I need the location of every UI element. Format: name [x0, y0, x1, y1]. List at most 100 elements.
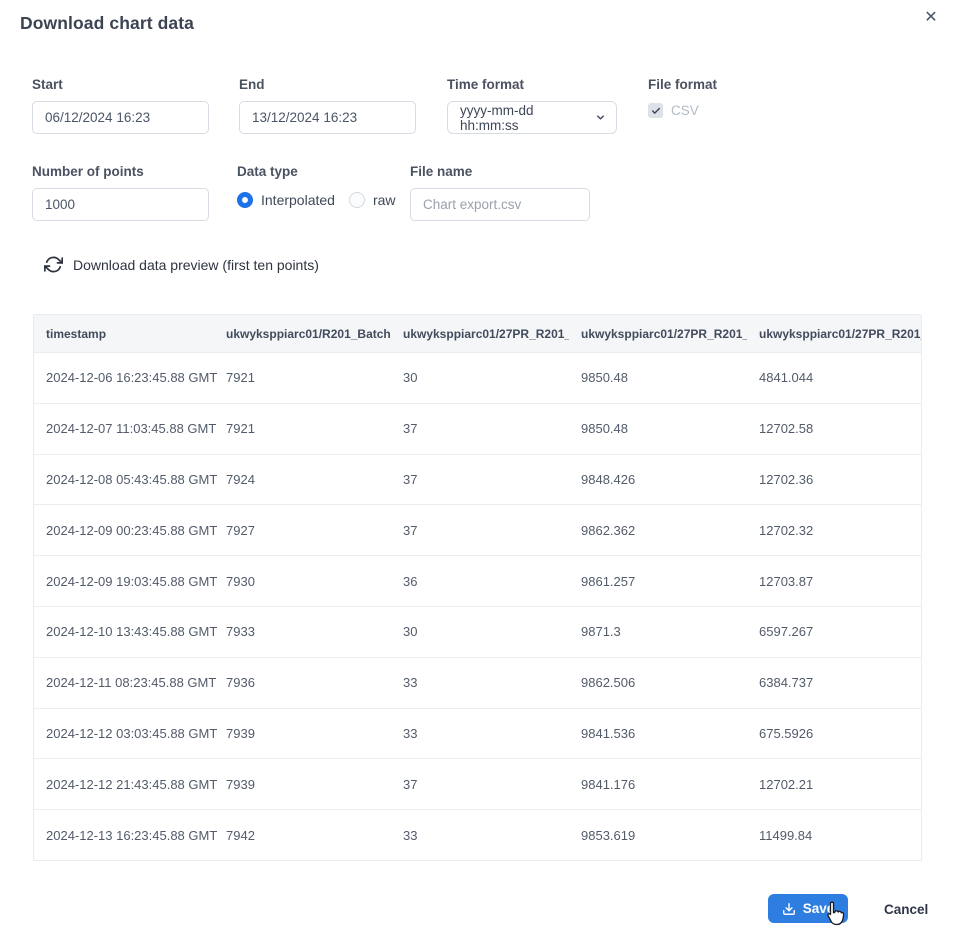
- radio-selected-icon: [237, 192, 253, 208]
- table-cell: 4841.044: [747, 370, 921, 385]
- radio-raw-label: raw: [373, 192, 396, 208]
- table-body: 2024-12-06 16:23:45.88 GMT7921309850.484…: [34, 352, 921, 860]
- table-cell: 37: [391, 523, 569, 538]
- table-cell: 9850.48: [569, 421, 747, 436]
- table-row: 2024-12-12 03:03:45.88 GMT7939339841.536…: [34, 708, 921, 759]
- table-row: 2024-12-11 08:23:45.88 GMT7936339862.506…: [34, 657, 921, 708]
- table-row: 2024-12-09 00:23:45.88 GMT7927379862.362…: [34, 504, 921, 555]
- table-cell: 9848.426: [569, 472, 747, 487]
- number-of-points-label: Number of points: [32, 164, 209, 179]
- table-row: 2024-12-08 05:43:45.88 GMT7924379848.426…: [34, 454, 921, 505]
- radio-unselected-icon: [349, 192, 365, 208]
- table-header-cell: timestamp: [34, 327, 214, 341]
- file-name-label: File name: [410, 164, 590, 179]
- table-cell: 7939: [214, 777, 391, 792]
- table-cell: 37: [391, 421, 569, 436]
- table-cell: 11499.84: [747, 828, 921, 843]
- download-preview-action[interactable]: Download data preview (first ten points): [44, 255, 319, 274]
- table-row: 2024-12-10 13:43:45.88 GMT7933309871.365…: [34, 606, 921, 657]
- file-format-label: File format: [648, 77, 717, 92]
- cancel-button[interactable]: Cancel: [884, 902, 928, 917]
- table-cell: 7933: [214, 624, 391, 639]
- table-cell: 12703.87: [747, 574, 921, 589]
- table-cell: 2024-12-13 16:23:45.88 GMT: [34, 828, 214, 843]
- radio-interpolated-label: Interpolated: [261, 192, 335, 208]
- number-of-points-input[interactable]: [32, 188, 209, 221]
- table-cell: 30: [391, 624, 569, 639]
- table-cell: 33: [391, 828, 569, 843]
- table-cell: 12702.58: [747, 421, 921, 436]
- data-type-group: Data type Interpolated raw: [237, 164, 396, 208]
- table-cell: 7942: [214, 828, 391, 843]
- check-icon: [651, 106, 661, 116]
- table-row: 2024-12-06 16:23:45.88 GMT7921309850.484…: [34, 352, 921, 403]
- preview-action-label: Download data preview (first ten points): [73, 257, 319, 273]
- radio-interpolated[interactable]: Interpolated: [237, 192, 335, 208]
- file-format-group: File format CSV: [648, 77, 717, 118]
- table-cell: 2024-12-06 16:23:45.88 GMT: [34, 370, 214, 385]
- download-icon: [782, 902, 796, 916]
- start-field-group: Start: [32, 77, 209, 134]
- table-cell: 36: [391, 574, 569, 589]
- table-cell: 2024-12-09 00:23:45.88 GMT: [34, 523, 214, 538]
- table-header-cell: ukwyksppiarc01/27PR_R201_S...: [391, 327, 569, 341]
- table-cell: 7936: [214, 675, 391, 690]
- time-format-select[interactable]: yyyy-mm-dd hh:mm:ss: [447, 101, 617, 134]
- end-input[interactable]: [239, 101, 416, 134]
- table-cell: 7930: [214, 574, 391, 589]
- table-cell: 9871.3: [569, 624, 747, 639]
- csv-checkbox[interactable]: [648, 103, 663, 118]
- time-format-group: Time format yyyy-mm-dd hh:mm:ss: [447, 77, 617, 134]
- table-cell: 7939: [214, 726, 391, 741]
- table-cell: 2024-12-10 13:43:45.88 GMT: [34, 624, 214, 639]
- table-cell: 12702.36: [747, 472, 921, 487]
- table-header-cell: ukwyksppiarc01/R201_BatchI...: [214, 327, 391, 341]
- download-chart-data-dialog: Download chart data ✕ Start End Time for…: [0, 0, 953, 937]
- table-cell: 7927: [214, 523, 391, 538]
- table-cell: 30: [391, 370, 569, 385]
- table-row: 2024-12-12 21:43:45.88 GMT7939379841.176…: [34, 758, 921, 809]
- table-cell: 7924: [214, 472, 391, 487]
- data-type-label: Data type: [237, 164, 396, 179]
- table-cell: 37: [391, 472, 569, 487]
- table-cell: 12702.32: [747, 523, 921, 538]
- number-of-points-group: Number of points: [32, 164, 209, 221]
- preview-table: timestampukwyksppiarc01/R201_BatchI...uk…: [33, 314, 922, 861]
- table-row: 2024-12-09 19:03:45.88 GMT7930369861.257…: [34, 555, 921, 606]
- table-cell: 6384.737: [747, 675, 921, 690]
- table-cell: 7921: [214, 370, 391, 385]
- table-cell: 2024-12-11 08:23:45.88 GMT: [34, 675, 214, 690]
- chevron-down-icon: [595, 112, 606, 123]
- table-cell: 675.5926: [747, 726, 921, 741]
- table-cell: 37: [391, 777, 569, 792]
- table-row: 2024-12-07 11:03:45.88 GMT7921379850.481…: [34, 403, 921, 454]
- file-name-group: File name: [410, 164, 590, 221]
- table-cell: 6597.267: [747, 624, 921, 639]
- file-name-input[interactable]: [410, 188, 590, 221]
- time-format-label: Time format: [447, 77, 617, 92]
- table-cell: 9861.257: [569, 574, 747, 589]
- table-row: 2024-12-13 16:23:45.88 GMT7942339853.619…: [34, 809, 921, 860]
- table-header-cell: ukwyksppiarc01/27PR_R201_...: [569, 327, 747, 341]
- radio-raw[interactable]: raw: [349, 192, 396, 208]
- save-button-label: Save: [803, 901, 835, 916]
- table-cell: 9841.176: [569, 777, 747, 792]
- start-label: Start: [32, 77, 209, 92]
- table-header-cell: ukwyksppiarc01/27PR_R201_S...: [747, 327, 921, 341]
- start-input[interactable]: [32, 101, 209, 134]
- table-cell: 9853.619: [569, 828, 747, 843]
- end-label: End: [239, 77, 416, 92]
- table-cell: 33: [391, 675, 569, 690]
- csv-checkbox-label: CSV: [671, 103, 699, 118]
- close-icon[interactable]: ✕: [919, 6, 943, 30]
- table-cell: 7921: [214, 421, 391, 436]
- table-cell: 9862.506: [569, 675, 747, 690]
- table-cell: 9862.362: [569, 523, 747, 538]
- table-cell: 2024-12-12 21:43:45.88 GMT: [34, 777, 214, 792]
- time-format-value: yyyy-mm-dd hh:mm:ss: [460, 103, 595, 133]
- table-header-row: timestampukwyksppiarc01/R201_BatchI...uk…: [34, 315, 921, 352]
- table-cell: 33: [391, 726, 569, 741]
- table-cell: 2024-12-07 11:03:45.88 GMT: [34, 421, 214, 436]
- save-button[interactable]: Save: [768, 894, 848, 923]
- end-field-group: End: [239, 77, 416, 134]
